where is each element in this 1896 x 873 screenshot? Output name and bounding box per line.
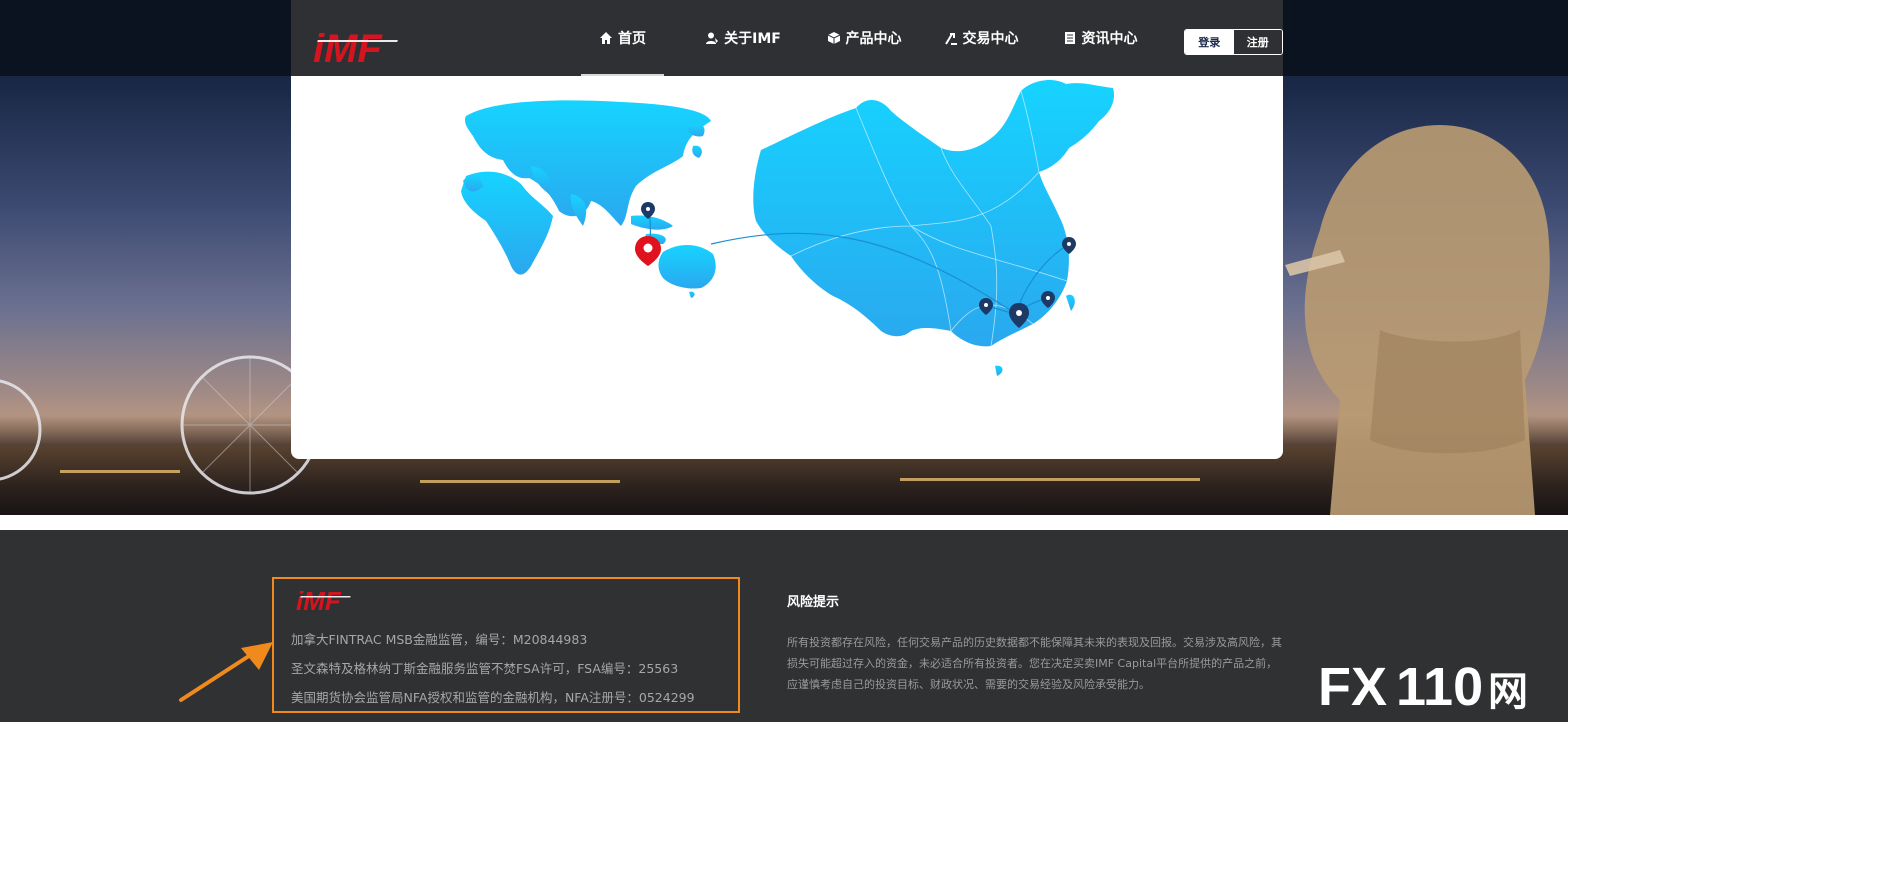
svg-text:iMF: iMF <box>313 27 383 66</box>
regulation-line-fsa: 圣文森特及格林纳丁斯金融服务监管不焚FSA许可，FSA编号：25563 <box>291 661 679 676</box>
regulation-line-nfa: 美国期货协会监管局NFA授权和监管的金融机构，NFA注册号：0524299 <box>291 690 695 705</box>
nav-item-about[interactable]: 关于IMF <box>664 0 822 76</box>
china-map <box>753 80 1115 376</box>
nav-item-trading[interactable]: 交易中心 <box>906 0 1056 76</box>
cube-icon <box>827 32 840 44</box>
nav-item-news[interactable]: 资讯中心 <box>1056 0 1144 76</box>
nav-item-home[interactable]: 首页 <box>581 0 664 76</box>
svg-text:FX: FX <box>1318 657 1387 715</box>
pin-red-headquarters[interactable] <box>635 236 661 266</box>
footer-imf-logo[interactable]: iMF <box>296 587 356 613</box>
nav-label: 关于IMF <box>724 31 781 47</box>
user-icon <box>706 32 719 44</box>
regulation-highlight-box: iMF 加拿大FINTRAC MSB金融监管，编号：M20844983 圣文森特… <box>272 577 740 713</box>
orange-arrow-icon <box>179 642 273 702</box>
nav-label: 交易中心 <box>962 31 1019 47</box>
imf-logo[interactable]: iMF <box>313 26 403 66</box>
login-button[interactable]: 登录 <box>1185 30 1234 54</box>
risk-title: 风险提示 <box>787 595 840 610</box>
auth-buttons: 登录 注册 <box>1184 29 1283 55</box>
fx110-watermark: FX 110 网 <box>1318 657 1528 715</box>
svg-text:110: 110 <box>1396 657 1483 715</box>
home-icon <box>600 32 612 44</box>
world-map <box>461 100 716 298</box>
nav-label: 资讯中心 <box>1081 31 1138 47</box>
risk-warning-text: 所有投资都存在风险，任何交易产品的历史数据都不能保障其未来的表现及回报。交易涉及… <box>787 636 1282 691</box>
nav-label: 产品中心 <box>845 31 902 47</box>
document-icon <box>1064 32 1075 44</box>
network-map <box>461 80 1115 376</box>
main-nav: 首页 关于IMF 产品中心 交易中心 资讯中心 <box>581 0 1144 76</box>
svg-text:iMF: iMF <box>296 587 342 613</box>
register-button[interactable]: 注册 <box>1233 30 1282 54</box>
svg-text:网: 网 <box>1488 669 1528 715</box>
site-header: iMF 首页 关于IMF 产品中心 交易中心 资讯中心 登录 注册 <box>291 0 1283 76</box>
nav-item-products[interactable]: 产品中心 <box>822 0 906 76</box>
regulation-line-fintrac: 加拿大FINTRAC MSB金融监管，编号：M20844983 <box>291 632 588 647</box>
map-panel <box>291 76 1283 459</box>
trade-icon <box>944 33 957 45</box>
nav-label: 首页 <box>618 31 646 47</box>
